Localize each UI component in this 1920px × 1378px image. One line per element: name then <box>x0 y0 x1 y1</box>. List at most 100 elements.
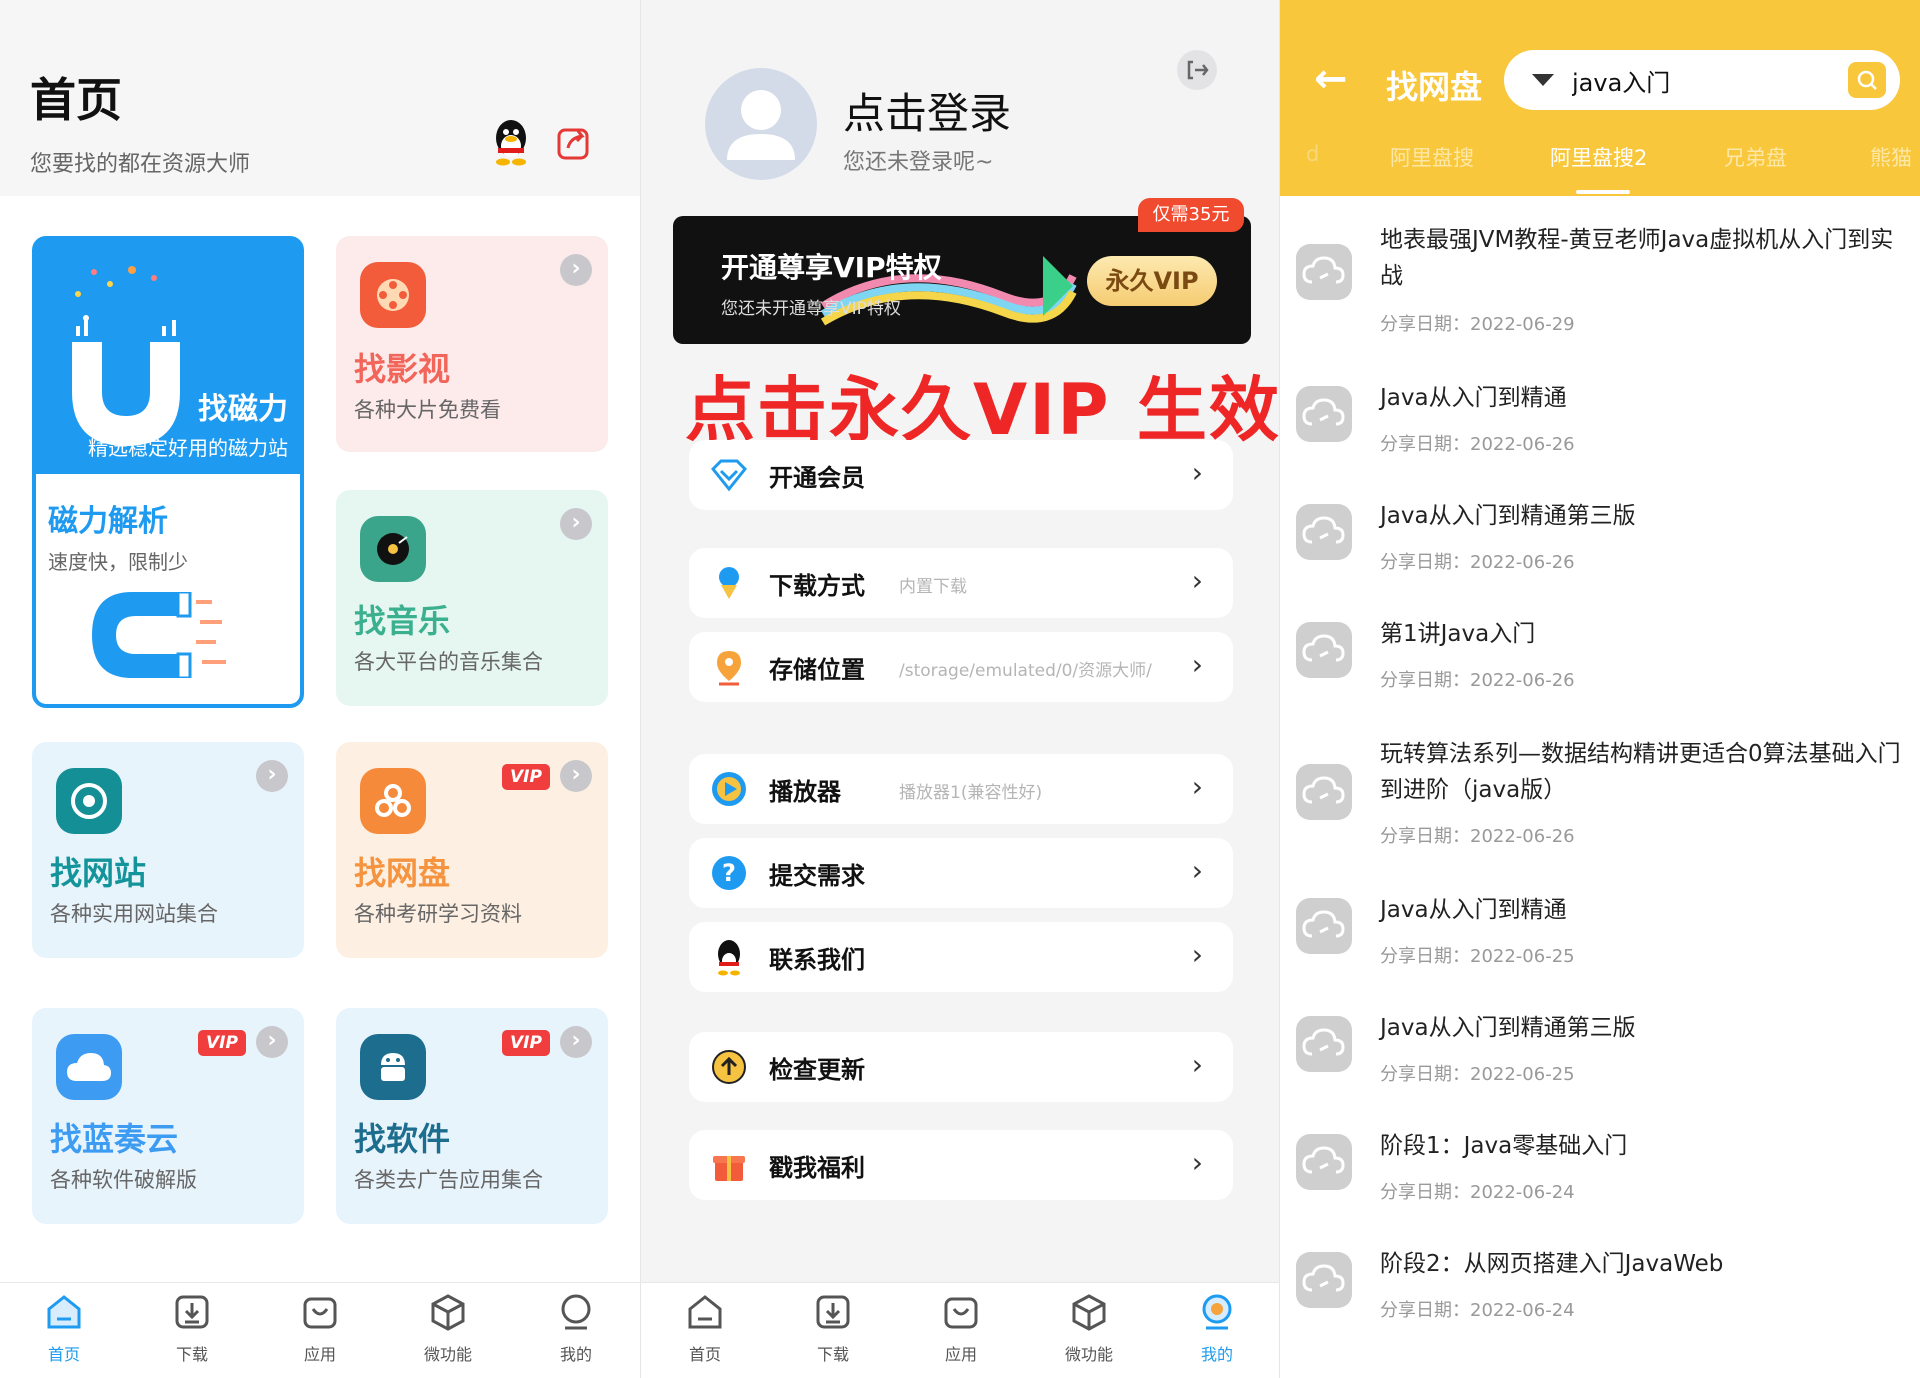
tab-me[interactable]: 我的 <box>531 1291 621 1365</box>
bag-icon <box>944 1297 978 1329</box>
card-software[interactable]: VIP › 找软件 各类去广告应用集合 <box>336 1008 608 1224</box>
chevron-right-icon[interactable]: › <box>256 760 288 792</box>
search-box <box>1504 50 1900 110</box>
tab-download[interactable]: 下载 <box>788 1291 878 1365</box>
card-websites[interactable]: › 找网站 各种实用网站集合 <box>32 742 304 958</box>
bag-icon <box>303 1297 337 1329</box>
chevron-right-icon: › <box>1191 1048 1203 1081</box>
tab-home[interactable]: 首页 <box>19 1291 109 1365</box>
tab-source[interactable]: 熊猫 <box>1870 142 1912 172</box>
dropdown-triangle-icon[interactable] <box>1532 74 1554 86</box>
share-icon[interactable] <box>556 122 592 162</box>
back-arrow-icon[interactable]: ← <box>1314 56 1348 102</box>
login-subtitle: 您还未登录呢~ <box>843 150 994 175</box>
chevron-right-icon: › <box>1191 770 1203 803</box>
result-date: 分享日期：2022-06-29 <box>1380 314 1575 335</box>
result-title: 地表最强JVM教程-黄豆老师Java虚拟机从入门到实战 <box>1380 227 1894 289</box>
tab-apps[interactable]: 应用 <box>275 1291 365 1365</box>
tab-label: 下载 <box>816 1345 849 1364</box>
chevron-right-icon: › <box>1191 938 1203 971</box>
result-date: 分享日期：2022-06-26 <box>1380 552 1575 573</box>
card-movies[interactable]: › 找影视 各种大片免费看 <box>336 236 608 452</box>
chevron-right-icon: › <box>1191 648 1203 681</box>
settings-row-download-mode[interactable]: 下载方式 内置下载 › <box>689 548 1233 618</box>
bottom-tab-bar: 首页 下载 应用 微功能 我的 <box>641 1282 1280 1378</box>
cloud-link-icon <box>1296 386 1352 442</box>
magnet-title: 找磁力 <box>198 392 288 427</box>
tab-source-active[interactable]: 阿里盘搜2 <box>1550 142 1647 172</box>
row-label: 检查更新 <box>769 1056 865 1084</box>
tab-home[interactable]: 首页 <box>660 1291 750 1365</box>
result-title: Java从入门到精通 <box>1380 385 1567 411</box>
chevron-right-icon: › <box>1191 564 1203 597</box>
search-button[interactable] <box>1848 62 1886 98</box>
tab-download[interactable]: 下载 <box>147 1291 237 1365</box>
settings-row-membership[interactable]: 开通会员 › <box>689 440 1233 510</box>
tab-source[interactable]: 兄弟盘 <box>1724 142 1787 172</box>
login-title[interactable]: 点击登录 <box>843 80 1011 141</box>
search-input[interactable] <box>1572 62 1822 98</box>
page-subtitle: 您要找的都在资源大师 <box>30 152 251 177</box>
result-date: 分享日期：2022-06-24 <box>1380 1182 1575 1203</box>
price-tag: 仅需35元 <box>1138 198 1244 232</box>
settings-row-welfare[interactable]: 戳我福利 › <box>689 1130 1233 1200</box>
cloud-icon <box>56 1034 122 1100</box>
logout-icon[interactable] <box>1177 50 1217 90</box>
avatar[interactable] <box>705 68 817 180</box>
chevron-right-icon[interactable]: › <box>256 1026 288 1058</box>
settings-row-player[interactable]: 播放器 播放器1(兼容性好) › <box>689 754 1233 824</box>
tab-label: 我的 <box>1200 1345 1233 1364</box>
tab-label: 应用 <box>944 1345 977 1364</box>
card-music[interactable]: › 找音乐 各大平台的音乐集合 <box>336 490 608 706</box>
card-lanzou[interactable]: VIP › 找蓝奏云 各种软件破解版 <box>32 1008 304 1224</box>
cloud-link-icon <box>1296 1016 1352 1072</box>
cloud-link-icon <box>1296 1252 1352 1308</box>
tab-source[interactable]: 阿里盘搜 <box>1390 142 1474 172</box>
active-tab-underline <box>1576 190 1630 194</box>
tab-apps[interactable]: 应用 <box>916 1291 1006 1365</box>
chevron-right-icon[interactable]: › <box>560 508 592 540</box>
tab-source[interactable]: d <box>1306 142 1319 166</box>
qq-icon[interactable] <box>490 118 532 166</box>
home-icon <box>688 1295 722 1329</box>
magnet-inner-panel: 磁力解析 速度快，限制少 <box>36 474 300 704</box>
vip-badge: VIP <box>502 764 550 790</box>
magnet-card[interactable]: 找磁力 精选稳定好用的磁力站 磁力解析 速度快，限制少 <box>32 236 304 708</box>
cloud-link-icon <box>1296 1134 1352 1190</box>
card-subtitle: 各种考研学习资料 <box>354 902 522 926</box>
vip-banner[interactable]: 开通尊享VIP特权 您还未开通尊享VIP特权 永久VIP <box>673 216 1251 344</box>
page-title: 找网盘 <box>1386 68 1483 106</box>
card-subtitle: 各类去广告应用集合 <box>354 1168 543 1192</box>
card-title: 找网站 <box>50 854 147 892</box>
result-title: 阶段2：从网页搭建入门JavaWeb <box>1380 1251 1724 1277</box>
tab-microfeatures[interactable]: 微功能 <box>1044 1291 1134 1365</box>
settings-row-update[interactable]: 检查更新 › <box>689 1032 1233 1102</box>
settings-row-request[interactable]: ? 提交需求 › <box>689 838 1233 908</box>
vip-badge: VIP <box>502 1030 550 1056</box>
banner-subtitle: 您还未开通尊享VIP特权 <box>721 299 901 319</box>
row-label: 存储位置 <box>769 656 865 684</box>
card-netdisk[interactable]: VIP › 找网盘 各种考研学习资料 <box>336 742 608 958</box>
diamond-icon <box>710 459 748 492</box>
source-tabs: d 阿里盘搜 阿里盘搜2 兄弟盘 熊猫 <box>1280 142 1920 182</box>
chevron-right-icon[interactable]: › <box>560 1026 592 1058</box>
home-panel: 首页 您要找的都在资源大师 找磁力 精选稳定好用的磁力站 磁力解析 速度快，限制… <box>0 0 641 1378</box>
vip-badge: VIP <box>198 1030 246 1056</box>
card-subtitle: 各种大片免费看 <box>354 398 501 422</box>
tab-label: 微功能 <box>1064 1345 1113 1364</box>
settings-row-storage[interactable]: 存储位置 /storage/emulated/0/资源大师/ › <box>689 632 1233 702</box>
banner-title: 开通尊享VIP特权 <box>721 251 942 284</box>
row-label: 下载方式 <box>769 572 865 600</box>
tab-microfeatures[interactable]: 微功能 <box>403 1291 493 1365</box>
chevron-right-icon: › <box>1191 1146 1203 1179</box>
chevron-right-icon[interactable]: › <box>560 760 592 792</box>
card-subtitle: 各种软件破解版 <box>50 1168 197 1192</box>
tab-me[interactable]: 我的 <box>1172 1291 1262 1365</box>
user-icon <box>727 90 795 160</box>
netdisk-icon <box>360 768 426 834</box>
card-title: 找蓝奏云 <box>50 1120 179 1158</box>
permanent-vip-button[interactable]: 永久VIP <box>1087 256 1217 306</box>
chevron-right-icon[interactable]: › <box>560 254 592 286</box>
settings-row-contact[interactable]: 联系我们 › <box>689 922 1233 992</box>
result-date: 分享日期：2022-06-25 <box>1380 1064 1575 1085</box>
